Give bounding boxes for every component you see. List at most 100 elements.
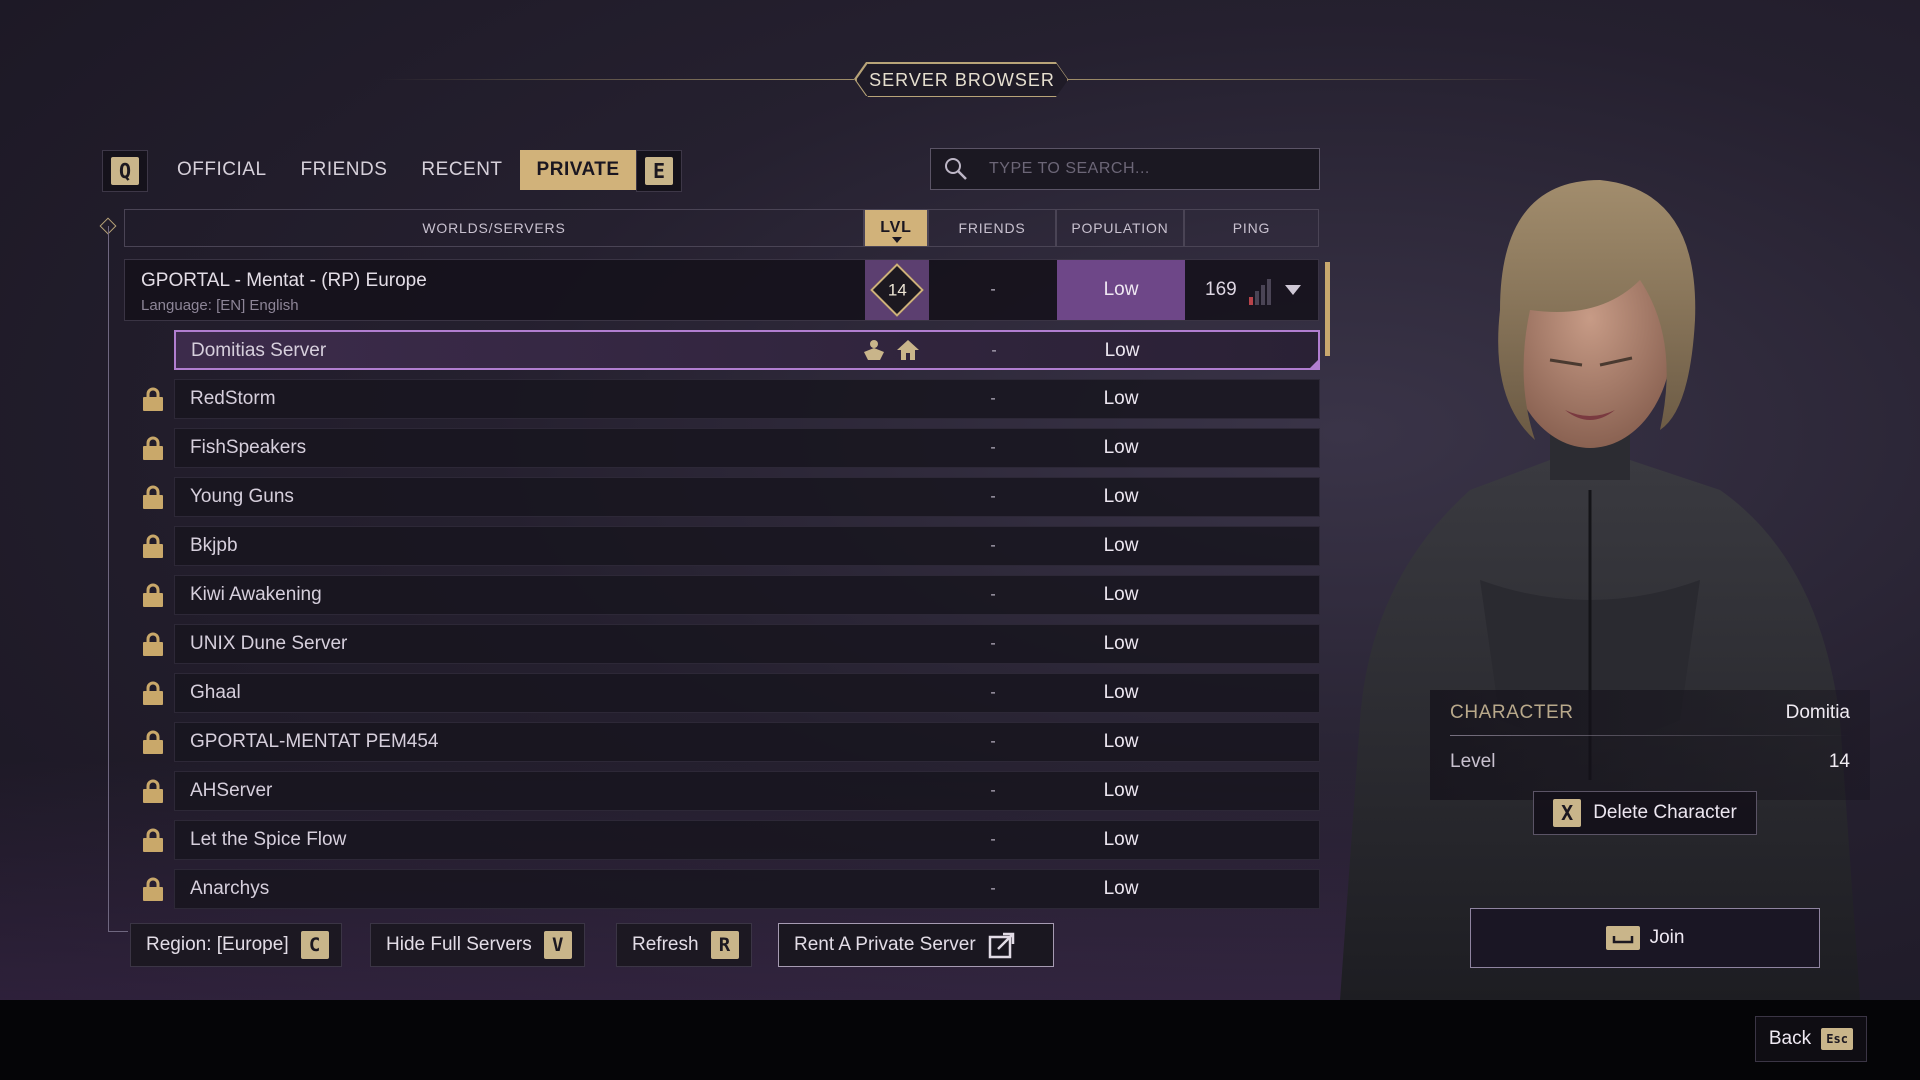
server-row-bar: Bkjpb - Low (174, 526, 1320, 566)
lock-icon (143, 583, 163, 607)
region-label: Region: [Europe] (146, 934, 289, 955)
join-label: Join (1649, 927, 1685, 948)
server-name: Bkjpb (190, 535, 238, 556)
lock-icon (143, 387, 163, 411)
search-icon (945, 158, 967, 180)
server-row-bar: AHServer - Low (174, 771, 1320, 811)
character-name: Domitia (1785, 702, 1850, 723)
server-friends: - (990, 537, 996, 554)
server-row-bar: RedStorm - Low (174, 379, 1320, 419)
server-row[interactable]: Bkjpb - Low (124, 526, 1320, 566)
e-key-hint: E (645, 157, 673, 185)
server-row[interactable]: FishSpeakers - Low (124, 428, 1320, 468)
col-population[interactable]: POPULATION (1056, 209, 1184, 247)
tree-line (108, 226, 109, 932)
server-population: Low (1104, 340, 1140, 361)
server-row[interactable]: Anarchys - Low (124, 869, 1320, 909)
server-name: FishSpeakers (190, 437, 307, 458)
server-row[interactable]: AHServer - Low (124, 771, 1320, 811)
rent-private-server-button[interactable]: Rent A Private Server (778, 923, 1054, 967)
hide-full-label: Hide Full Servers (386, 934, 532, 955)
tab-friends[interactable]: FRIENDS (284, 150, 405, 190)
character-portrait (1340, 180, 1860, 1000)
col-lvl[interactable]: LVL (864, 209, 928, 247)
world-language: Language: [EN] English (141, 297, 299, 314)
server-friends: - (990, 684, 996, 701)
col-lvl-label: LVL (880, 219, 912, 236)
search-input[interactable] (987, 159, 1291, 179)
server-row[interactable]: Kiwi Awakening - Low (124, 575, 1320, 615)
server-name: Domitias Server (191, 340, 327, 361)
col-ping[interactable]: PING (1184, 209, 1319, 247)
character-panel: CHARACTER Domitia Level 14 (1440, 695, 1860, 780)
home-icon (897, 340, 919, 360)
character-level-row: Level 14 (1440, 744, 1860, 780)
server-row[interactable]: Young Guns - Low (124, 477, 1320, 517)
server-friends: - (990, 635, 996, 652)
server-name: Ghaal (190, 682, 241, 703)
server-population: Low (1103, 535, 1139, 556)
region-button[interactable]: Region: [Europe] C (130, 923, 342, 967)
server-population: Low (1103, 486, 1139, 507)
world-level-cell: 14 (865, 260, 929, 320)
server-friends: - (990, 439, 996, 456)
level-diamond-icon: 14 (870, 263, 924, 317)
server-name: RedStorm (190, 388, 276, 409)
col-worlds-servers[interactable]: WORLDS/SERVERS (124, 209, 864, 247)
title-rule-right (1068, 79, 1542, 80)
q-key-hint: Q (111, 157, 139, 185)
world-friends: - (990, 281, 996, 298)
refresh-label: Refresh (632, 934, 699, 955)
server-row[interactable]: Let the Spice Flow - Low (124, 820, 1320, 860)
tab-private[interactable]: PRIVATE (519, 150, 637, 190)
tab-recent[interactable]: RECENT (404, 150, 519, 190)
server-row-bar: Ghaal - Low (174, 673, 1320, 713)
world-row[interactable]: GPORTAL - Mentat - (RP) Europe Language:… (124, 259, 1319, 321)
lock-icon (143, 730, 163, 754)
server-population: Low (1103, 633, 1139, 654)
delete-character-button[interactable]: X Delete Character (1533, 791, 1757, 835)
server-friends: - (990, 390, 996, 407)
server-name: UNIX Dune Server (190, 633, 348, 654)
server-row[interactable]: Domitias Server - Low (124, 330, 1320, 370)
server-row-bar: Let the Spice Flow - Low (174, 820, 1320, 860)
server-friends: - (990, 880, 996, 897)
hide-full-servers-button[interactable]: Hide Full Servers V (370, 923, 585, 967)
server-row-bar: Young Guns - Low (174, 477, 1320, 517)
page-title: SERVER BROWSER (856, 63, 1068, 97)
c-key-hint: C (300, 931, 329, 959)
server-row[interactable]: Ghaal - Low (124, 673, 1320, 713)
server-name: GPORTAL-MENTAT PEM454 (190, 731, 439, 752)
server-row-bar: FishSpeakers - Low (174, 428, 1320, 468)
server-row[interactable]: RedStorm - Low (124, 379, 1320, 419)
server-row[interactable]: UNIX Dune Server - Low (124, 624, 1320, 664)
search-box[interactable] (930, 148, 1320, 190)
next-tab-button[interactable]: E (636, 150, 682, 192)
server-name: Let the Spice Flow (190, 829, 347, 850)
server-population: Low (1103, 682, 1139, 703)
prev-tab-button[interactable]: Q (102, 150, 148, 192)
lock-icon (143, 632, 163, 656)
world-population: Low (1057, 260, 1185, 320)
world-level: 14 (887, 279, 907, 299)
server-friends: - (990, 782, 996, 799)
server-friends: - (991, 342, 997, 359)
server-row[interactable]: GPORTAL-MENTAT PEM454 - Low (124, 722, 1320, 762)
esc-key-hint: Esc (1821, 1028, 1854, 1050)
world-name: GPORTAL - Mentat - (RP) Europe (141, 270, 427, 291)
server-friends: - (990, 831, 996, 848)
external-link-icon (988, 932, 1014, 959)
back-button[interactable]: Back Esc (1755, 1016, 1867, 1062)
server-name: Anarchys (190, 878, 270, 899)
level-label: Level (1450, 751, 1496, 772)
divider (1450, 735, 1850, 736)
tab-official[interactable]: OFFICIAL (160, 150, 284, 190)
server-name: Kiwi Awakening (190, 584, 322, 605)
chevron-down-icon[interactable] (1284, 285, 1301, 295)
server-row-bar: Anarchys - Low (174, 869, 1320, 909)
col-friends[interactable]: FRIENDS (928, 209, 1056, 247)
join-button[interactable]: Join (1470, 908, 1820, 968)
refresh-button[interactable]: Refresh R (616, 923, 752, 967)
guild-member-icon (864, 340, 884, 360)
x-key-hint: X (1553, 799, 1582, 827)
